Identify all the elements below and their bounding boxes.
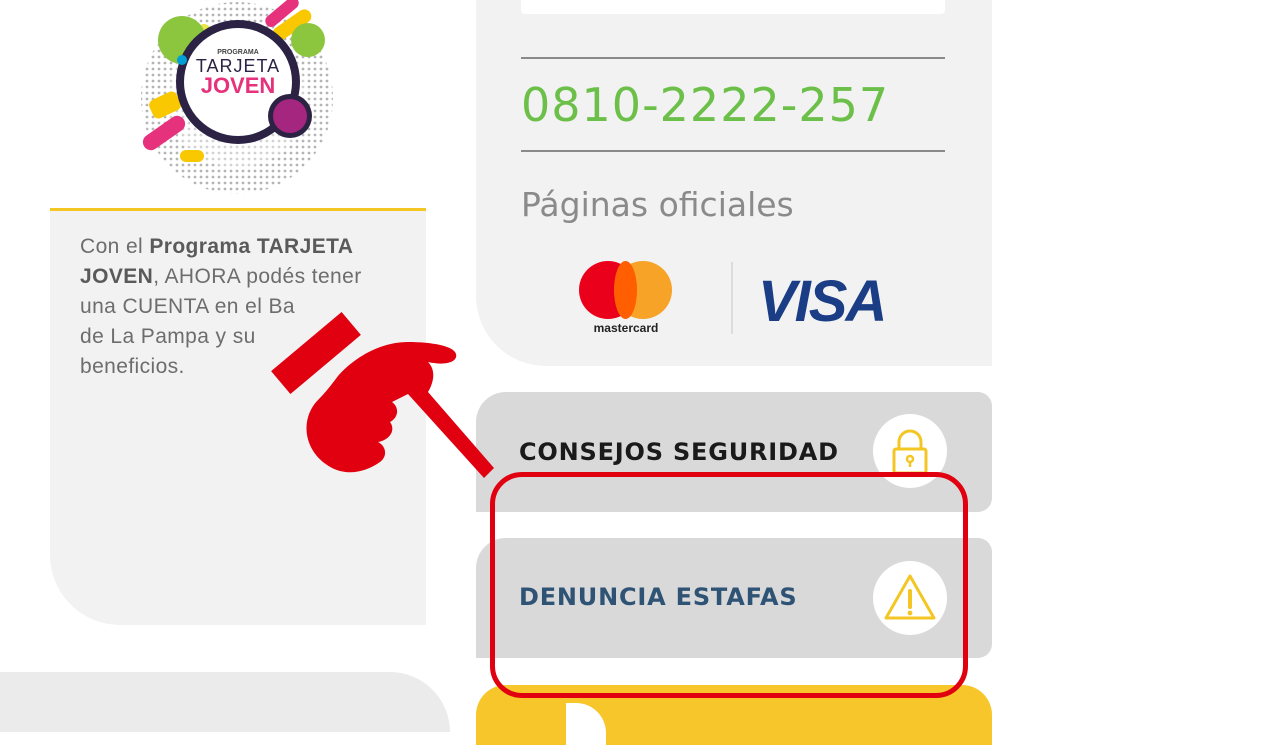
promo-line: beneficios. <box>80 355 185 378</box>
promo-line: de La Pampa y su <box>80 325 256 348</box>
tarjeta-joven-logo: PROGRAMA TARJETA JOVEN <box>141 0 333 194</box>
contact-card: ▾ 0810-2222-257 Páginas oficiales master… <box>476 0 992 366</box>
promo-prefix: Con el <box>80 235 150 258</box>
select-box[interactable]: ▾ <box>521 0 945 14</box>
visa-logo[interactable]: VISA <box>758 268 887 335</box>
logo-top-text: PROGRAMA <box>217 49 259 56</box>
mastercard-overlap <box>614 261 637 319</box>
pages-title: Páginas oficiales <box>521 185 794 224</box>
mastercard-label: mastercard <box>593 321 659 335</box>
card-accent-line <box>50 208 426 211</box>
phone-number[interactable]: 0810-2222-257 <box>521 78 889 132</box>
divider <box>521 57 945 59</box>
mastercard-logo[interactable]: mastercard <box>576 258 676 340</box>
logo-line2: JOVEN <box>201 73 276 98</box>
divider <box>521 150 945 152</box>
security-tips-label: CONSEJOS SEGURIDAD <box>519 438 839 466</box>
left-bottom-card <box>0 672 450 732</box>
promo-rest: , AHORA podés tener <box>153 265 362 288</box>
pointing-hand-icon <box>271 311 494 478</box>
highlight-frame <box>490 472 968 698</box>
yellow-card-inner <box>566 703 606 753</box>
logo-separator <box>731 262 733 334</box>
